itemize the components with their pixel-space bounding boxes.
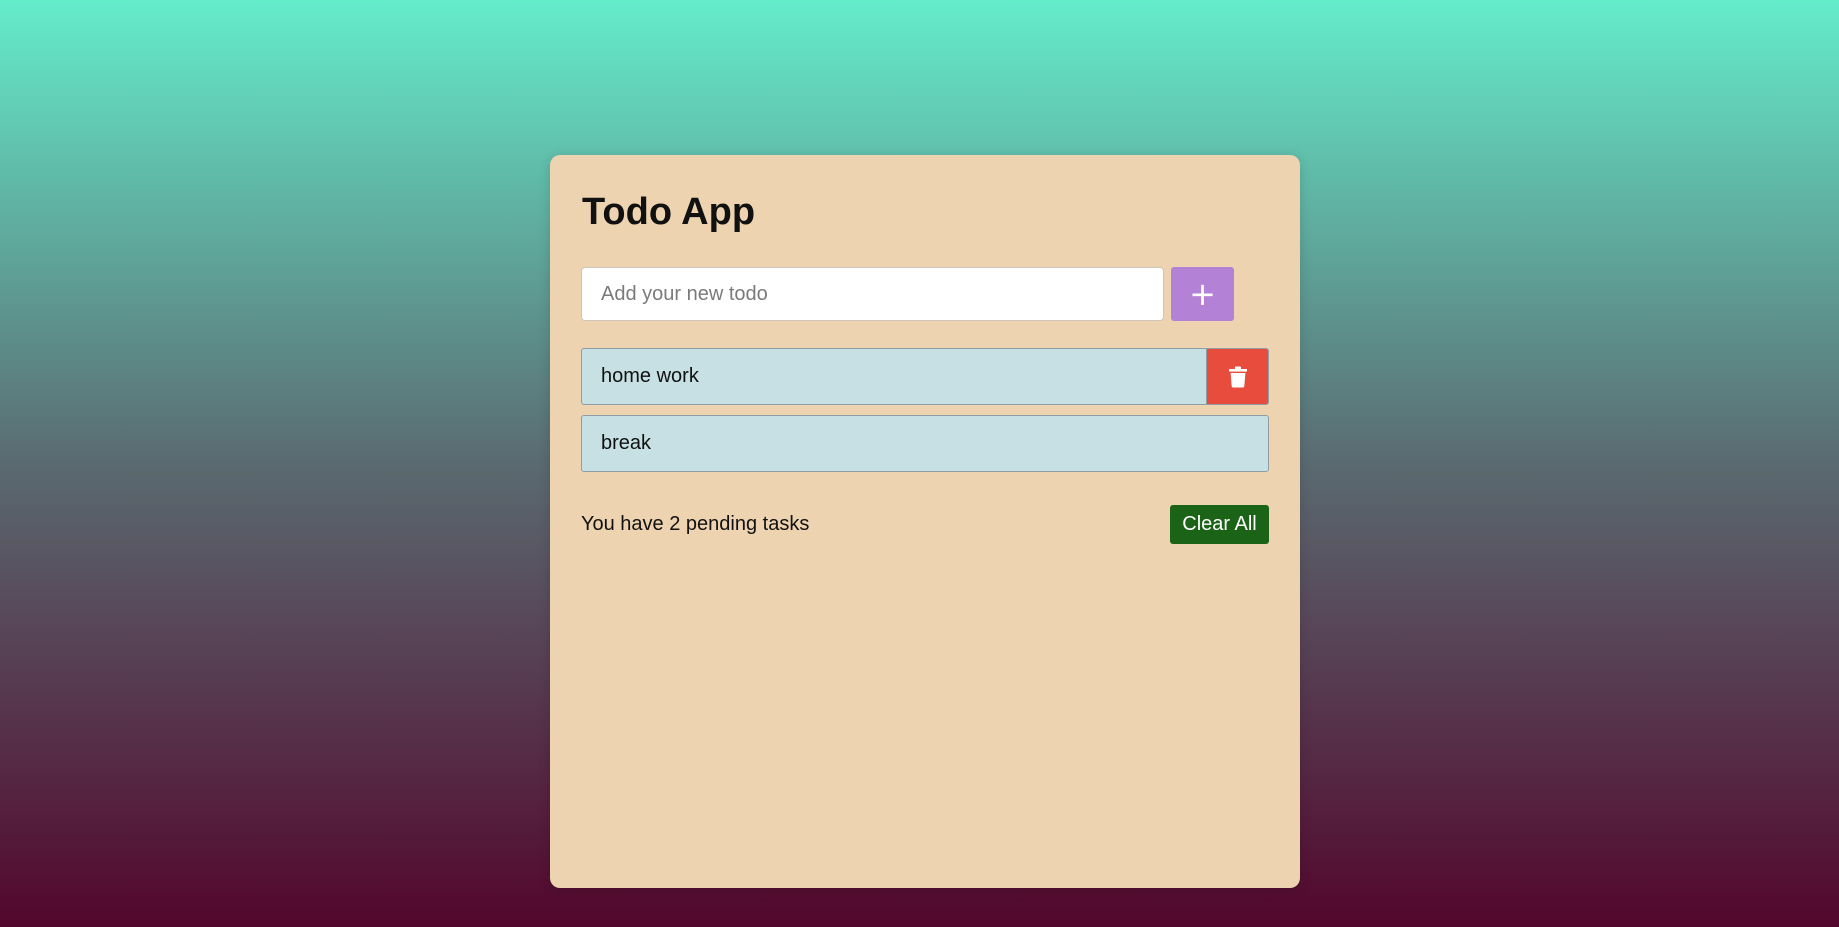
todo-item-text: home work [601, 365, 699, 387]
todo-item[interactable]: break [581, 415, 1269, 472]
plus-icon: + [1189, 275, 1216, 313]
todo-item[interactable]: home work [581, 348, 1269, 405]
clear-all-button[interactable]: Clear All [1170, 505, 1269, 544]
delete-todo-button[interactable] [1206, 349, 1268, 404]
trash-icon [1228, 366, 1247, 387]
todo-list: home work break [581, 348, 1269, 482]
app-title: Todo App [582, 191, 756, 233]
pending-count-text: You have 2 pending tasks [581, 513, 810, 535]
todo-item-text: break [601, 432, 652, 454]
new-todo-input[interactable] [581, 267, 1164, 321]
todo-footer: You have 2 pending tasks Clear All [581, 505, 1269, 544]
todo-card: Todo App + home work break You have 2 pe… [550, 155, 1300, 888]
add-todo-button[interactable]: + [1171, 267, 1234, 321]
